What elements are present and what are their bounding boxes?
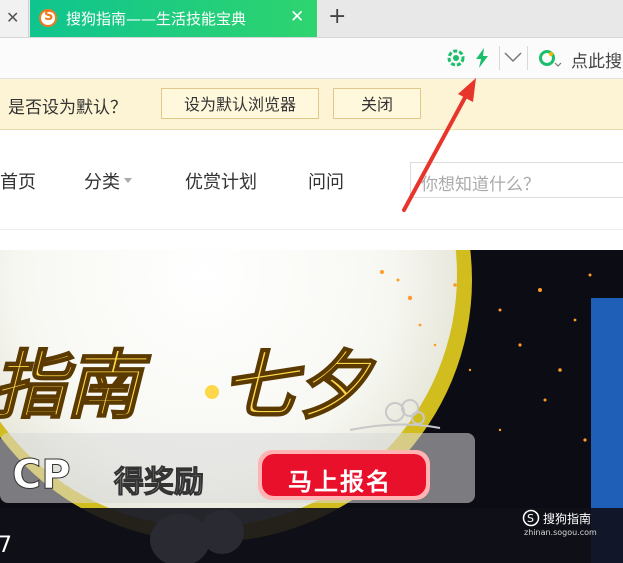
banner-left-glyph: 7	[0, 533, 12, 558]
nav-divider	[0, 229, 623, 230]
set-default-browser-button[interactable]: 设为默认浏览器	[161, 88, 319, 119]
nav-item-category[interactable]: 分类	[84, 168, 120, 194]
category-caret-icon[interactable]	[124, 178, 132, 183]
signup-now-button[interactable]: 马上报名	[288, 462, 392, 497]
addressbar-separator-2	[527, 46, 528, 70]
tab-previous-close-icon[interactable]: ✕	[6, 8, 19, 27]
site-search-input[interactable]: 你想知道什么？	[410, 162, 623, 198]
site-nav: 首页 分类 优赏计划 问问 你想知道什么？	[0, 150, 623, 212]
watermark-logo-icon: S	[522, 509, 540, 527]
nav-item-ask[interactable]: 问问	[308, 168, 344, 194]
banner-headline-2: 七夕	[221, 342, 371, 430]
tab-title: 搜狗指南——生活技能宝典	[66, 10, 247, 28]
tab-close-icon[interactable]: ✕	[290, 7, 304, 27]
address-bar: 点此搜	[0, 38, 623, 79]
nav-item-home[interactable]: 首页	[0, 168, 36, 194]
banner-headline-1: 指南	[0, 342, 141, 430]
addressbar-search-input[interactable]: 点此搜	[571, 47, 622, 72]
tab-previous[interactable]: ✕	[0, 0, 29, 37]
banner-cp-text: CP	[12, 452, 72, 499]
search-icon[interactable]	[538, 48, 562, 70]
default-browser-infobar: 是否设为默认？ 设为默认浏览器 关闭	[0, 79, 623, 130]
svg-text:S: S	[527, 512, 534, 525]
site-search-placeholder: 你想知道什么？	[421, 175, 540, 195]
tab-active[interactable]: 搜狗指南——生活技能宝典 ✕	[30, 0, 317, 37]
watermark-url: zhinan.sogou.com	[524, 528, 597, 537]
watermark-text: 搜狗指南	[543, 512, 592, 526]
chevron-down-icon[interactable]	[503, 50, 523, 64]
addressbar-separator	[499, 46, 500, 70]
sogou-favicon-icon	[39, 9, 57, 27]
infobar-question: 是否设为默认？	[8, 98, 127, 118]
nav-item-reward-plan[interactable]: 优赏计划	[185, 168, 257, 194]
tab-bar: ✕ 搜狗指南——生活技能宝典 ✕ +	[0, 0, 623, 38]
new-tab-button[interactable]: +	[328, 4, 346, 29]
bolt-icon[interactable]	[472, 47, 492, 69]
banner-reward-text: 得奖励	[114, 465, 205, 501]
leaf-icon[interactable]	[446, 48, 466, 68]
infobar-close-button[interactable]: 关闭	[333, 88, 421, 119]
